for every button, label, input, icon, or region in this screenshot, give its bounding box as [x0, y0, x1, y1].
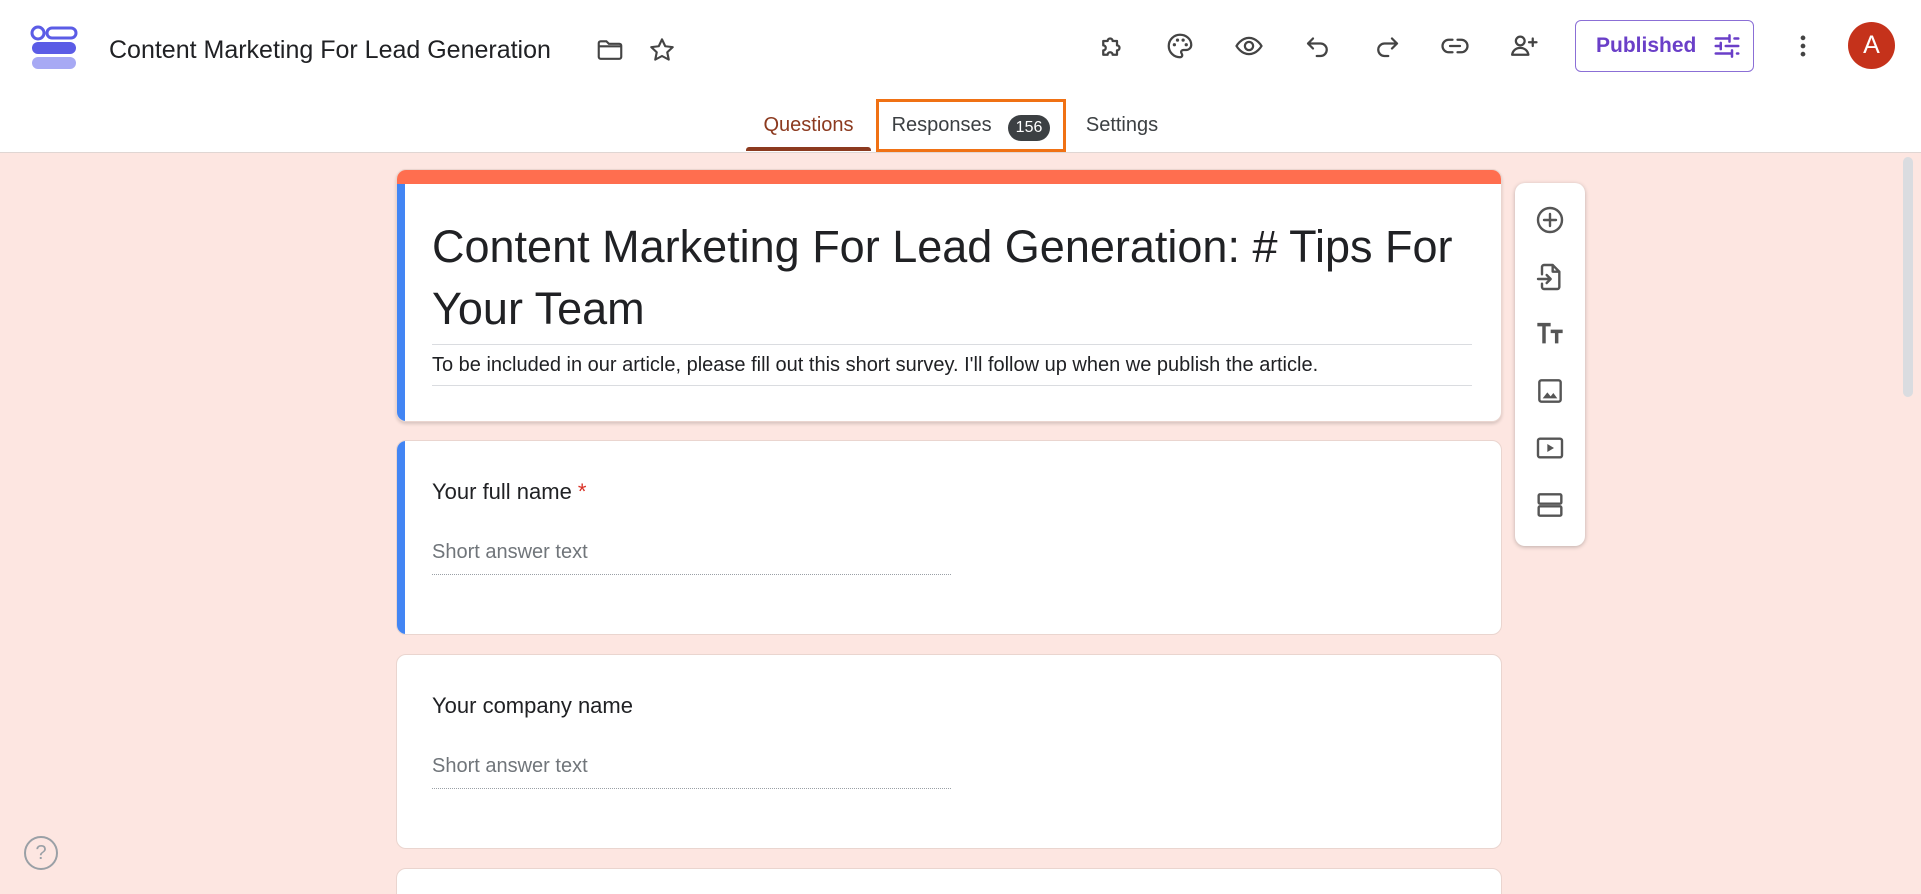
question-toolbar — [1515, 183, 1585, 546]
question-card-next[interactable] — [396, 868, 1502, 894]
tab-questions-label: Questions — [763, 114, 854, 136]
add-image-icon[interactable] — [1530, 371, 1570, 411]
star-icon[interactable] — [644, 32, 680, 68]
required-asterisk: * — [577, 479, 587, 504]
active-tab-indicator — [746, 147, 871, 151]
link-icon[interactable] — [1435, 26, 1475, 66]
undo-icon[interactable] — [1298, 26, 1338, 66]
published-button[interactable]: Published — [1575, 20, 1754, 72]
add-title-icon[interactable] — [1530, 314, 1570, 354]
tab-responses-label: Responses — [891, 114, 992, 136]
help-icon[interactable]: ? — [24, 836, 58, 870]
preview-eye-icon[interactable] — [1229, 26, 1269, 66]
responses-count-badge: 156 — [1007, 115, 1051, 141]
addon-puzzle-icon[interactable] — [1092, 26, 1132, 66]
page-scrollbar[interactable] — [1903, 157, 1913, 397]
add-video-icon[interactable] — [1530, 428, 1570, 468]
add-collaborator-icon[interactable] — [1504, 26, 1544, 66]
palette-icon[interactable] — [1160, 26, 1200, 66]
question-title[interactable]: Your full name * — [432, 479, 586, 505]
form-title[interactable]: Content Marketing For Lead Generation: #… — [432, 216, 1472, 345]
forms-logo-icon[interactable] — [30, 25, 78, 71]
tab-settings[interactable]: Settings — [1074, 100, 1170, 152]
form-title-card[interactable]: Content Marketing For Lead Generation: #… — [396, 169, 1502, 422]
app-header: Content Marketing For Lead Generation Pu… — [0, 0, 1921, 153]
short-answer-placeholder: Short answer text — [432, 755, 951, 789]
tab-questions[interactable]: Questions — [746, 100, 871, 152]
short-answer-placeholder: Short answer text — [432, 541, 951, 575]
tab-settings-label: Settings — [1085, 114, 1159, 136]
question-card-indicator — [397, 441, 405, 634]
tab-responses[interactable]: Responses 156 — [876, 99, 1066, 152]
active-card-indicator — [397, 184, 405, 421]
add-question-icon[interactable] — [1530, 200, 1570, 240]
document-title[interactable]: Content Marketing For Lead Generation — [109, 36, 551, 65]
published-label: Published — [1596, 34, 1697, 57]
import-questions-icon[interactable] — [1530, 257, 1570, 297]
form-description[interactable]: To be included in our article, please fi… — [432, 354, 1472, 386]
add-section-icon[interactable] — [1530, 485, 1570, 525]
sliders-icon — [1714, 34, 1740, 58]
question-card-full-name[interactable]: Your full name * Short answer text — [396, 440, 1502, 635]
redo-icon[interactable] — [1367, 26, 1407, 66]
avatar[interactable]: A — [1848, 22, 1895, 69]
folder-icon[interactable] — [592, 32, 628, 68]
question-title-text: Your full name — [432, 479, 572, 504]
question-title[interactable]: Your company name — [432, 693, 633, 719]
theme-color-band — [397, 170, 1501, 184]
more-vert-icon[interactable] — [1783, 26, 1823, 66]
question-card-company-name[interactable]: Your company name Short answer text — [396, 654, 1502, 849]
